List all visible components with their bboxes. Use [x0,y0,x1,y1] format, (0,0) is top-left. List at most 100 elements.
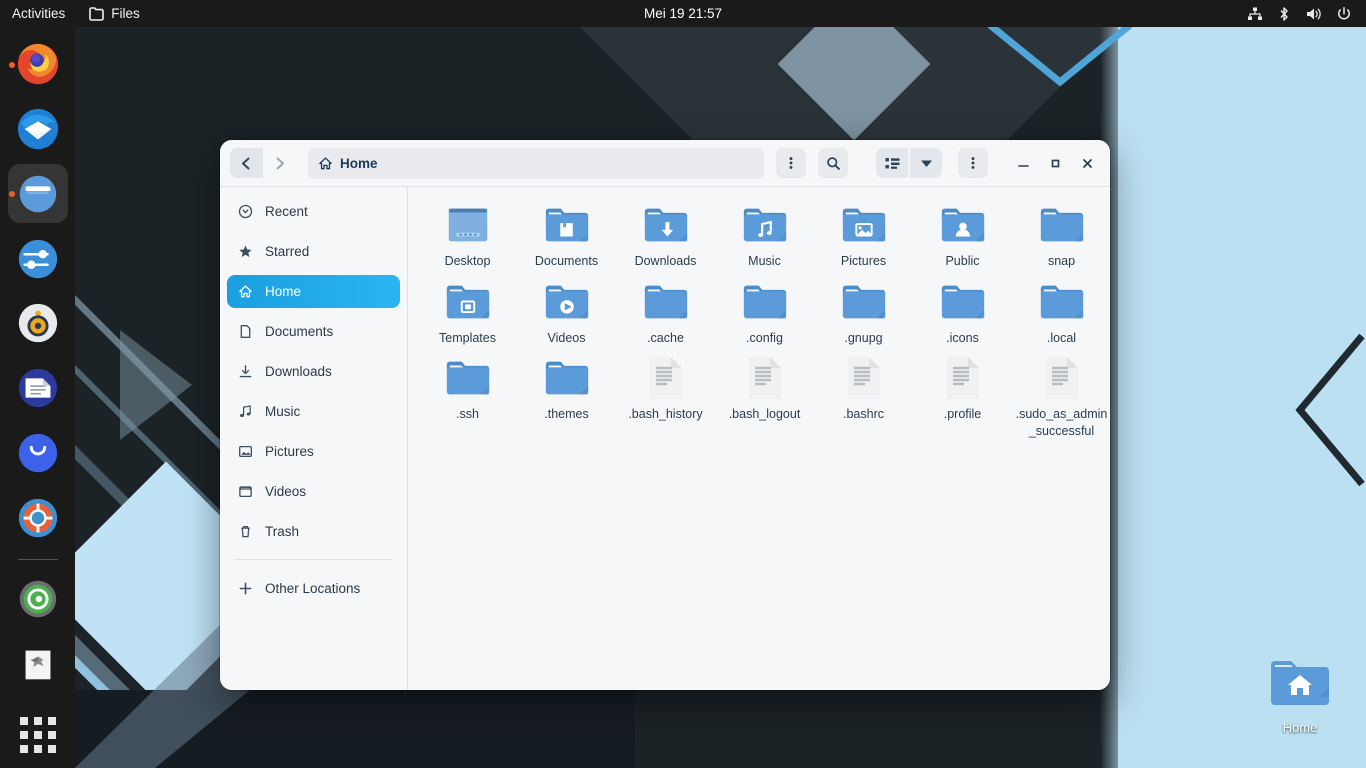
window-body: Recent Starred Home Documents Downloads … [220,187,1110,690]
folder-icon [739,278,791,326]
desktop-icon-label: Home [1282,720,1318,735]
folder-icon [541,354,593,402]
file-item[interactable]: Templates [418,276,517,347]
sidebar-item-videos[interactable]: Videos [227,475,400,508]
view-options-dropdown[interactable] [910,148,942,178]
sidebar-item-label: Other Locations [265,581,361,596]
file-item[interactable]: .sudo_as_admin_successful [1012,352,1110,439]
sidebar-item-pictures[interactable]: Pictures [227,435,400,468]
search-button[interactable] [818,148,848,178]
dock-item-thunderbird[interactable] [8,100,68,159]
path-label: Home [340,155,378,171]
file-item[interactable]: Public [913,199,1012,270]
sidebar-item-other-locations[interactable]: Other Locations [227,572,400,605]
file-item[interactable]: .icons [913,276,1012,347]
folder-icon [442,278,494,326]
file-item[interactable]: .bash_history [616,352,715,439]
software-bag-icon [18,433,57,472]
folder-icon [541,201,593,249]
dock-item-software[interactable] [8,423,68,482]
file-item[interactable]: Videos [517,276,616,347]
file-item[interactable]: Pictures [814,199,913,270]
activities-button[interactable]: Activities [0,0,77,27]
folder-icon [541,278,593,326]
file-item[interactable]: Documents [517,199,616,270]
clock[interactable]: Mei 19 21:57 [583,6,783,21]
sidebar-item-label: Home [265,284,302,299]
file-item[interactable]: .config [715,276,814,347]
file-item[interactable]: .gnupg [814,276,913,347]
file-label: Pictures [840,254,887,268]
file-item[interactable]: Downloads [616,199,715,270]
folder-icon [941,208,984,242]
close-button[interactable] [1072,148,1102,178]
plus-icon [237,581,253,597]
window-controls [1008,148,1102,178]
text-file-icon [1045,357,1078,399]
trash-icon [25,650,50,680]
chevron-down-icon [920,160,932,167]
maximize-button[interactable] [1040,148,1070,178]
show-applications-button[interactable] [8,703,68,762]
file-item[interactable]: .cache [616,276,715,347]
app-menu-button[interactable]: Files [77,0,152,27]
dock-item-files[interactable] [7,164,68,224]
minimize-button[interactable] [1008,148,1038,178]
file-grid: Desktop Documents Downloads Music Pictures Pu… [414,199,1107,439]
dock [0,27,75,768]
sidebar-item-music[interactable]: Music [227,395,400,428]
folder-icon [842,285,885,318]
sidebar-item-starred[interactable]: Starred [227,235,400,268]
dock-separator [17,558,58,560]
file-item[interactable]: Music [715,199,814,270]
file-item[interactable]: Desktop [418,199,517,270]
file-item[interactable]: .bashrc [814,352,913,439]
wallpaper-arrow [120,330,192,440]
sidebar: Recent Starred Home Documents Downloads … [220,187,408,690]
dock-item-firefox[interactable] [8,35,68,94]
desktop-icon-home[interactable]: Home [1252,655,1348,735]
list-view-button[interactable] [876,148,908,178]
network-icon [1248,7,1262,20]
sidebar-item-recent[interactable]: Recent [227,195,400,228]
file-item[interactable]: .local [1012,276,1110,347]
file-label: .ssh [456,407,479,421]
dock-item-disc[interactable] [8,570,68,629]
file-view[interactable]: Desktop Documents Downloads Music Pictures Pu… [408,187,1110,690]
dock-item-rhythmbox[interactable] [8,294,68,353]
folder-home-icon [1271,661,1329,705]
text-file-icon [847,357,880,399]
dock-item-help[interactable] [8,488,68,547]
dock-item-trash[interactable] [8,635,68,694]
document-icon [237,324,253,340]
folder-icon [838,278,890,326]
file-item[interactable]: .ssh [418,352,517,439]
apps-grid-icon [19,716,56,753]
path-menu-button[interactable] [776,148,806,178]
forward-button[interactable] [263,148,296,178]
sidebar-item-trash[interactable]: Trash [227,515,400,548]
file-label: .bash_logout [728,407,801,421]
path-bar[interactable]: Home [308,147,764,179]
folder-icon [1040,285,1083,318]
file-item[interactable]: snap [1012,199,1110,270]
writer-icon [18,368,57,408]
files-window[interactable]: Home Recent Starred Home Documents Downl… [220,140,1110,690]
dock-item-settings[interactable] [8,229,68,288]
close-icon [1082,158,1092,168]
file-item[interactable]: .bash_logout [715,352,814,439]
sidebar-item-home[interactable]: Home [227,275,400,308]
file-item[interactable]: .profile [913,352,1012,439]
file-item[interactable]: .themes [517,352,616,439]
back-button[interactable] [230,148,263,178]
main-menu-button[interactable] [958,148,988,178]
maximize-icon [1051,159,1059,167]
clock-label: Mei 19 21:57 [643,6,723,21]
system-tray[interactable] [1247,0,1358,27]
sidebar-item-downloads[interactable]: Downloads [227,355,400,388]
sidebar-item-documents[interactable]: Documents [227,315,400,348]
app-name-label: Files [111,6,140,21]
dock-item-writer[interactable] [8,359,68,418]
download-icon [237,364,253,380]
rhythmbox-icon [18,304,57,343]
